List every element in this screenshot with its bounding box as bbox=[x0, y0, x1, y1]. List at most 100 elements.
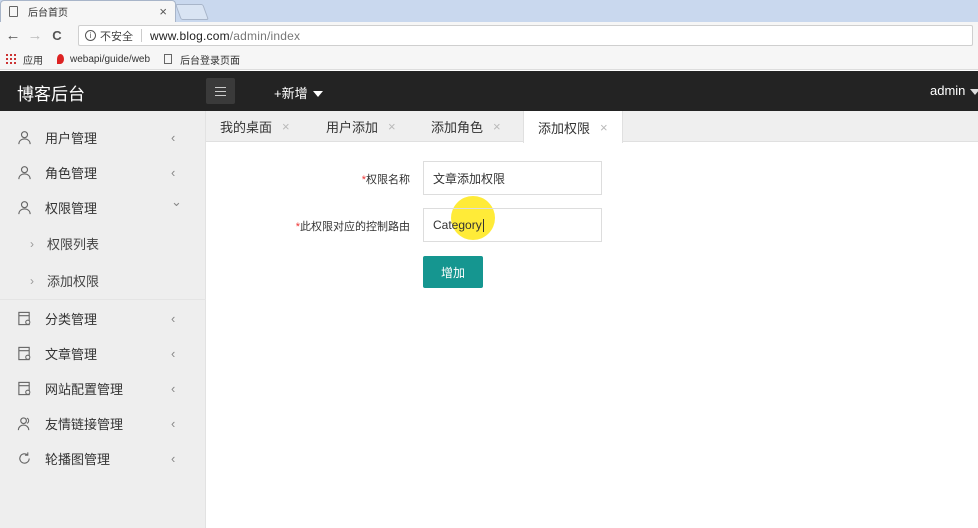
bookmark-webapi[interactable]: webapi/guide/web bbox=[57, 54, 150, 65]
tab-add-role[interactable]: 添加角色 × bbox=[431, 111, 501, 142]
insecure-label: 不安全 bbox=[100, 30, 133, 43]
url-host: www.blog.com bbox=[150, 28, 230, 43]
content-tab-bar: 我的桌面 × 用户添加 × 添加角色 × 添加权限 × bbox=[206, 111, 978, 143]
chevron-left-icon: ‹ bbox=[171, 311, 176, 326]
route-label-text: 此权限对应的控制路由 bbox=[300, 221, 410, 233]
close-icon[interactable]: × bbox=[600, 120, 608, 135]
sidebar-subitem-label: 权限列表 bbox=[47, 237, 100, 252]
back-icon[interactable]: ← bbox=[4, 27, 22, 44]
tab-add-permission[interactable]: 添加权限 × bbox=[523, 111, 623, 143]
chevron-left-icon: ‹ bbox=[171, 130, 176, 145]
sidebar-divider bbox=[0, 299, 206, 300]
sidebar-item-site-config-management[interactable]: 网站配置管理 ‹ bbox=[0, 371, 206, 406]
tab-label: 我的桌面 bbox=[220, 120, 273, 135]
sidebar-item-label: 权限管理 bbox=[45, 201, 98, 216]
sidebar-item-carousel-management[interactable]: 轮播图管理 ‹ bbox=[0, 441, 206, 476]
route-value: Category bbox=[433, 218, 482, 232]
add-button[interactable]: 增加 bbox=[423, 256, 483, 288]
sidebar-item-label: 网站配置管理 bbox=[45, 382, 124, 397]
document-icon bbox=[18, 381, 31, 396]
close-icon[interactable]: × bbox=[282, 119, 290, 134]
sidebar-item-category-management[interactable]: 分类管理 ‹ bbox=[0, 301, 206, 336]
url-path: /admin/index bbox=[229, 28, 301, 43]
bookmark-apps[interactable]: 应用 bbox=[6, 52, 43, 67]
document-icon bbox=[18, 346, 31, 361]
reload-icon[interactable]: C bbox=[48, 28, 66, 43]
permission-name-label: *权限名称 bbox=[340, 171, 410, 187]
new-dropdown-button[interactable]: +新增 bbox=[274, 83, 323, 102]
new-label: +新增 bbox=[274, 86, 308, 101]
tab-user-add[interactable]: 用户添加 × bbox=[326, 111, 396, 142]
chevron-left-icon: ‹ bbox=[171, 451, 176, 466]
caret-down-icon bbox=[970, 88, 978, 95]
route-label: *此权限对应的控制路由 bbox=[270, 218, 410, 234]
chevron-left-icon: ‹ bbox=[171, 416, 176, 431]
url-text: www.blog.com/admin/index bbox=[150, 29, 300, 43]
sidebar-item-friend-link-management[interactable]: 友情链接管理 ‹ bbox=[0, 406, 206, 441]
sidebar-subitem-permission-list[interactable]: › 权限列表 bbox=[0, 225, 206, 262]
caret-down-icon bbox=[312, 90, 323, 97]
sidebar-item-role-management[interactable]: 角色管理 ‹ bbox=[0, 155, 206, 190]
divider bbox=[141, 29, 142, 42]
tab-label: 添加角色 bbox=[431, 120, 484, 135]
bookmark-label: 应用 bbox=[23, 55, 43, 67]
sidebar-item-label: 文章管理 bbox=[45, 347, 98, 362]
url-input[interactable]: i 不安全 www.blog.com/admin/index bbox=[78, 25, 973, 46]
close-icon[interactable]: × bbox=[388, 119, 396, 134]
menu-toggle-button[interactable] bbox=[206, 78, 235, 104]
browser-tab[interactable]: 后台首页 × bbox=[0, 0, 176, 22]
page-icon bbox=[164, 54, 173, 64]
user-icon bbox=[18, 201, 31, 215]
sidebar-item-label: 轮播图管理 bbox=[45, 452, 111, 467]
permission-name-label-text: 权限名称 bbox=[366, 174, 410, 186]
tab-label: 添加权限 bbox=[538, 120, 591, 136]
document-icon bbox=[18, 311, 31, 326]
bookmark-login-page[interactable]: 后台登录页面 bbox=[164, 52, 240, 67]
document-icon bbox=[9, 6, 18, 17]
tab-my-desktop[interactable]: 我的桌面 × bbox=[220, 111, 290, 142]
app-logo[interactable]: 博客后台 bbox=[17, 80, 85, 105]
apps-icon bbox=[6, 54, 16, 64]
sidebar: 用户管理 ‹ 角色管理 ‹ 权限管理 ⌄ › 权限列表 › 添加权限 分类管理 … bbox=[0, 111, 206, 528]
sidebar-item-permission-management[interactable]: 权限管理 ⌄ bbox=[0, 190, 206, 225]
permission-name-value: 文章添加权限 bbox=[433, 171, 506, 186]
menu-icon-bar bbox=[215, 86, 226, 88]
menu-icon-bar bbox=[215, 94, 226, 96]
app-header: 博客后台 +新增 admin bbox=[0, 71, 978, 111]
forward-icon[interactable]: → bbox=[26, 27, 44, 44]
chevron-down-icon: ⌄ bbox=[171, 194, 182, 209]
sidebar-item-label: 友情链接管理 bbox=[45, 417, 124, 432]
browser-tab-title: 后台首页 bbox=[28, 8, 68, 19]
menu-icon-bar bbox=[215, 90, 226, 92]
bookmark-label: 后台登录页面 bbox=[180, 55, 241, 67]
sidebar-item-article-management[interactable]: 文章管理 ‹ bbox=[0, 336, 206, 371]
tab-label: 用户添加 bbox=[326, 120, 379, 135]
permission-name-input[interactable]: 文章添加权限 bbox=[423, 161, 602, 195]
route-input[interactable]: Category bbox=[423, 208, 602, 242]
username: admin bbox=[930, 83, 966, 98]
refresh-icon bbox=[19, 452, 30, 464]
user-icon bbox=[18, 166, 31, 180]
sidebar-item-label: 用户管理 bbox=[45, 131, 98, 146]
new-tab-button[interactable] bbox=[175, 4, 209, 20]
chevron-right-icon: › bbox=[30, 273, 34, 288]
sidebar-item-label: 角色管理 bbox=[45, 166, 98, 181]
bookmark-label: webapi/guide/web bbox=[70, 53, 151, 65]
address-bar-row: ← → C i 不安全 www.blog.com/admin/index bbox=[0, 22, 978, 49]
close-tab-icon[interactable]: × bbox=[159, 5, 167, 18]
close-icon[interactable]: × bbox=[493, 119, 501, 134]
sidebar-item-label: 分类管理 bbox=[45, 312, 98, 327]
browser-tab-strip: 后台首页 × bbox=[0, 0, 978, 22]
user-icon bbox=[18, 131, 31, 145]
chevron-left-icon: ‹ bbox=[171, 381, 176, 396]
info-icon[interactable]: i bbox=[85, 30, 96, 41]
chevron-left-icon: ‹ bbox=[171, 165, 176, 180]
friends-icon bbox=[17, 417, 30, 431]
text-cursor bbox=[482, 218, 484, 232]
chevron-right-icon: › bbox=[30, 236, 34, 251]
pin-icon bbox=[57, 54, 64, 64]
user-menu[interactable]: admin bbox=[930, 83, 978, 98]
sidebar-subitem-add-permission[interactable]: › 添加权限 bbox=[0, 262, 206, 299]
sidebar-item-user-management[interactable]: 用户管理 ‹ bbox=[0, 120, 206, 155]
sidebar-subitem-label: 添加权限 bbox=[47, 274, 100, 289]
